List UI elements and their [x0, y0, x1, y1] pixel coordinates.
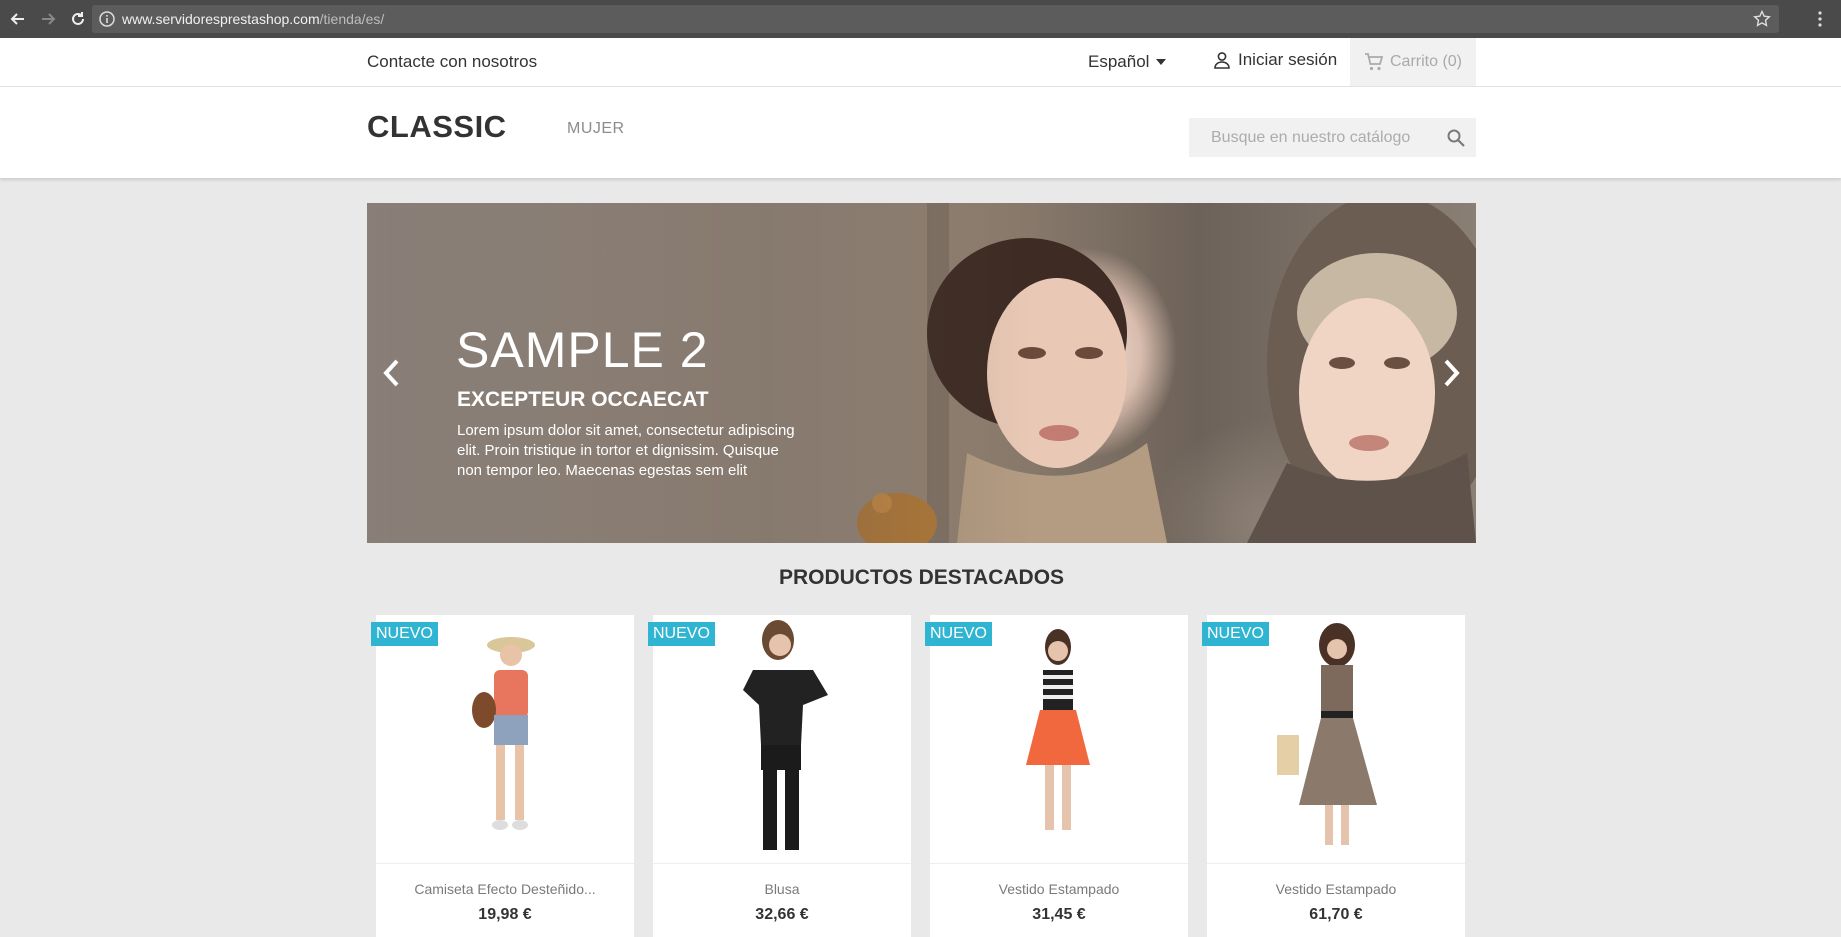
product-photo — [743, 620, 828, 850]
cart-button[interactable]: Carrito (0) — [1350, 38, 1476, 86]
language-label: Español — [1088, 52, 1150, 71]
arrow-left-icon — [10, 13, 24, 25]
product-photo — [1026, 629, 1090, 830]
hero-subtitle: EXCEPTEUR OCCAECAT — [457, 388, 709, 411]
bookmark-star-icon[interactable] — [1753, 10, 1771, 28]
featured-title: PRODUCTOS DESTACADOS — [778, 566, 1065, 589]
product-photo — [1277, 623, 1377, 845]
caret-down-icon — [1156, 59, 1167, 65]
back-button[interactable] — [6, 7, 30, 31]
url-host: www.servidoresprestashop.com — [122, 11, 320, 27]
signin-link[interactable]: Iniciar sesión — [1212, 50, 1337, 70]
browser-toolbar: www.servidoresprestashop.com/tienda/es/ — [0, 0, 1841, 38]
url-text: www.servidoresprestashop.com/tienda/es/ — [122, 11, 384, 27]
forward-button[interactable] — [36, 7, 60, 31]
menu-item-mujer[interactable]: MUJER — [567, 120, 625, 138]
product-card[interactable]: NUEVO Blusa 32,66 € — [648, 615, 911, 937]
user-icon — [1214, 52, 1230, 69]
arrow-right-icon — [42, 13, 56, 25]
product-price: 32,66 € — [755, 906, 809, 923]
product-name[interactable]: Vestido Estampado — [930, 881, 1188, 897]
contact-link[interactable]: Contacte con nosotros — [367, 52, 537, 72]
search-icon[interactable] — [1446, 128, 1466, 148]
product-name[interactable]: Camiseta Efecto Desteñido... — [376, 881, 634, 897]
product-price: 19,98 € — [478, 906, 532, 923]
product-card[interactable]: NUEVO Vestido Estampado 61,70 € — [1202, 615, 1465, 937]
new-badge: NUEVO — [925, 622, 992, 646]
url-path: /tienda/es/ — [319, 11, 385, 27]
cart-icon — [1364, 53, 1384, 71]
product-name[interactable]: Vestido Estampado — [1207, 881, 1465, 897]
chevron-left-icon — [383, 359, 399, 387]
cart-label: Carrito (0) — [1389, 53, 1462, 70]
product-price: 31,45 € — [1032, 906, 1086, 923]
reload-button[interactable] — [66, 7, 90, 31]
chevron-right-icon — [1444, 359, 1460, 387]
product-name[interactable]: Blusa — [653, 881, 911, 897]
search-input[interactable] — [1209, 127, 1453, 148]
product-price: 61,70 € — [1309, 906, 1363, 923]
new-badge: NUEVO — [371, 622, 438, 646]
site-logo[interactable]: CLASSIC — [367, 109, 507, 145]
hero-slider[interactable]: SAMPLE 2 EXCEPTEUR OCCAECAT Lorem ipsum … — [367, 203, 1476, 543]
hero-title: SAMPLE 2 — [456, 322, 709, 378]
slider-prev-button[interactable] — [377, 353, 407, 393]
product-image[interactable] — [930, 615, 1188, 864]
signin-label: Iniciar sesión — [1238, 50, 1338, 69]
site-header: CLASSIC MUJER — [0, 87, 1841, 178]
hero-description: Lorem ipsum dolor sit amet, consectetur … — [457, 422, 795, 479]
new-badge: NUEVO — [648, 622, 715, 646]
info-icon — [99, 11, 115, 27]
product-image[interactable] — [653, 615, 911, 864]
search-box — [1189, 118, 1476, 157]
top-bar: Contacte con nosotros Español Iniciar se… — [0, 38, 1841, 87]
product-image[interactable] — [1207, 615, 1465, 864]
product-photo — [472, 637, 535, 830]
reload-icon — [72, 12, 84, 25]
language-selector[interactable]: Español — [1088, 52, 1167, 72]
product-card[interactable]: NUEVO Camiseta Efecto Desteñido... 19,98… — [371, 615, 634, 937]
slider-next-button[interactable] — [1436, 353, 1466, 393]
product-image[interactable] — [376, 615, 634, 864]
menu-kebab-icon[interactable] — [1811, 10, 1829, 28]
address-bar[interactable]: www.servidoresprestashop.com/tienda/es/ — [92, 5, 1779, 33]
new-badge: NUEVO — [1202, 622, 1269, 646]
product-card[interactable]: NUEVO Vestido Estampado 31,45 € — [925, 615, 1188, 937]
